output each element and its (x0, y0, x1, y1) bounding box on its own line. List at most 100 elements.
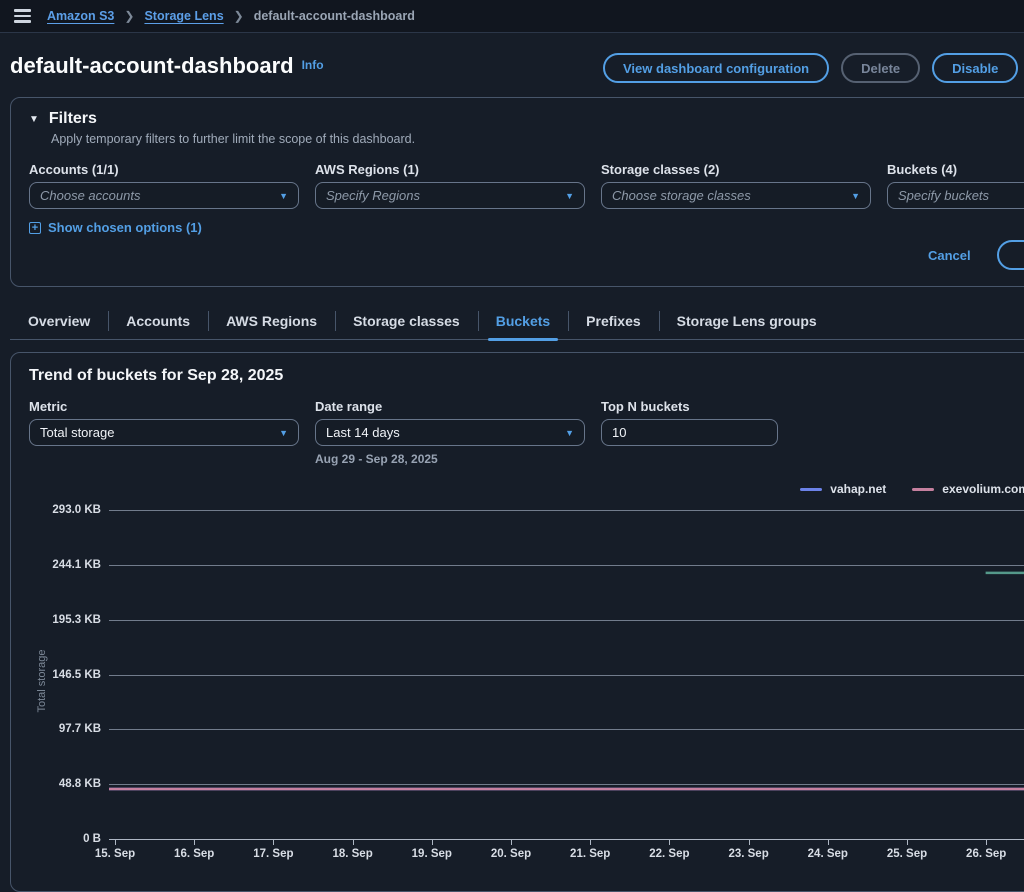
x-tick-label: 17. Sep (253, 848, 293, 860)
y-axis-label: Total storage (36, 636, 48, 726)
info-link[interactable]: Info (302, 58, 324, 72)
y-tick-label: 293.0 KB (23, 504, 101, 516)
hamburger-menu-icon[interactable] (12, 5, 33, 27)
cancel-button[interactable]: Cancel (928, 248, 971, 263)
breadcrumb-current: default-account-dashboard (254, 9, 415, 23)
top-n-input[interactable] (601, 419, 778, 446)
x-tick-mark (432, 840, 433, 845)
legend-item-exevolium[interactable]: exevolium.com (912, 482, 1024, 496)
x-tick-label: 18. Sep (332, 848, 372, 860)
regions-select[interactable]: Specify Regions ▼ (315, 182, 585, 209)
accounts-label: Accounts (1/1) (29, 162, 299, 177)
accounts-placeholder: Choose accounts (40, 188, 140, 203)
tab-storage-lens-groups[interactable]: Storage Lens groups (659, 303, 835, 339)
date-range-helper: Aug 29 - Sep 28, 2025 (315, 452, 585, 466)
chart-legend: vahap.net exevolium.com (29, 482, 1024, 496)
tab-buckets[interactable]: Buckets (478, 303, 568, 339)
x-tick-label: 24. Sep (808, 848, 848, 860)
page-title: default-account-dashboardInfo (10, 53, 324, 79)
trend-panel: Trend of buckets for Sep 28, 2025 Metric… (10, 352, 1024, 892)
expand-plus-icon: + (29, 222, 41, 234)
show-chosen-options-label: Show chosen options (1) (48, 220, 202, 235)
tab-accounts[interactable]: Accounts (108, 303, 208, 339)
date-range-select[interactable]: Last 14 days ▼ (315, 419, 585, 446)
buckets-filter: Buckets (4) Specify buckets (887, 162, 1024, 209)
x-tick-label: 21. Sep (570, 848, 610, 860)
storage-classes-select[interactable]: Choose storage classes ▼ (601, 182, 871, 209)
chart-series (109, 510, 1024, 839)
triangle-down-icon: ▼ (29, 114, 39, 125)
date-range-value: Last 14 days (326, 425, 400, 440)
chevron-down-icon: ▼ (565, 428, 574, 438)
buckets-select[interactable]: Specify buckets (887, 182, 1024, 209)
tab-overview[interactable]: Overview (10, 303, 108, 339)
y-tick-label: 195.3 KB (23, 614, 101, 626)
show-chosen-options-link[interactable]: + Show chosen options (1) (29, 220, 1024, 235)
x-tick-mark (986, 840, 987, 845)
chevron-down-icon: ▼ (279, 191, 288, 201)
x-tick-label: 26. Sep (966, 848, 1006, 860)
filters-panel: ▼ Filters Apply temporary filters to fur… (10, 97, 1024, 287)
legend-label: vahap.net (830, 482, 886, 496)
apply-button[interactable] (997, 240, 1024, 270)
date-range-label: Date range (315, 399, 585, 414)
tab-storage-classes[interactable]: Storage classes (335, 303, 478, 339)
buckets-placeholder: Specify buckets (898, 188, 989, 203)
x-tick-label: 19. Sep (412, 848, 452, 860)
storage-classes-placeholder: Choose storage classes (612, 188, 751, 203)
plot-area[interactable]: 293.0 KB244.1 KB195.3 KB146.5 KB97.7 KB4… (109, 510, 1024, 840)
tab-aws-regions[interactable]: AWS Regions (208, 303, 335, 339)
x-tick-mark (273, 840, 274, 845)
x-tick-mark (907, 840, 908, 845)
filters-description: Apply temporary filters to further limit… (51, 132, 1024, 146)
filters-expander[interactable]: ▼ Filters (29, 110, 1024, 128)
x-tick-mark (511, 840, 512, 845)
y-tick-label: 97.7 KB (23, 723, 101, 735)
x-tick-label: 20. Sep (491, 848, 531, 860)
trend-controls: Metric Total storage ▼ Date range Last 1… (29, 399, 1024, 466)
view-dashboard-configuration-button[interactable]: View dashboard configuration (603, 53, 829, 83)
storage-classes-label: Storage classes (2) (601, 162, 871, 177)
x-tick-mark (828, 840, 829, 845)
y-tick-label: 48.8 KB (23, 778, 101, 790)
x-tick-label: 16. Sep (174, 848, 214, 860)
trend-chart: Total storage 293.0 KB244.1 KB195.3 KB14… (109, 510, 1024, 840)
disable-button[interactable]: Disable (932, 53, 1018, 83)
filter-fields: Accounts (1/1) Choose accounts ▼ AWS Reg… (29, 162, 1024, 209)
y-tick-label: 0 B (23, 833, 101, 845)
x-tick-mark (194, 840, 195, 845)
filters-footer: Cancel (11, 240, 1024, 274)
storage-classes-filter: Storage classes (2) Choose storage class… (601, 162, 871, 209)
page-header: default-account-dashboardInfo View dashb… (0, 45, 1024, 97)
metric-value: Total storage (40, 425, 114, 440)
chevron-down-icon: ▼ (565, 191, 574, 201)
y-tick-label: 244.1 KB (23, 559, 101, 571)
top-navigation-bar: Amazon S3 ❯ Storage Lens ❯ default-accou… (0, 0, 1024, 33)
header-actions: View dashboard configuration Delete Disa… (603, 53, 1024, 83)
chevron-right-icon: ❯ (234, 9, 244, 23)
line-swatch (800, 488, 822, 491)
x-tick-label: 23. Sep (728, 848, 768, 860)
x-tick-label: 15. Sep (95, 848, 135, 860)
x-tick-label: 22. Sep (649, 848, 689, 860)
accounts-select[interactable]: Choose accounts ▼ (29, 182, 299, 209)
delete-button[interactable]: Delete (841, 53, 920, 83)
regions-label: AWS Regions (1) (315, 162, 585, 177)
regions-placeholder: Specify Regions (326, 188, 420, 203)
x-tick-mark (749, 840, 750, 845)
top-n-label: Top N buckets (601, 399, 778, 414)
legend-label: exevolium.com (942, 482, 1024, 496)
x-tick-mark (353, 840, 354, 845)
x-tick-label: 25. Sep (887, 848, 927, 860)
chevron-down-icon: ▼ (279, 428, 288, 438)
breadcrumb-amazon-s3[interactable]: Amazon S3 (47, 9, 114, 23)
breadcrumb-storage-lens[interactable]: Storage Lens (144, 9, 223, 23)
tab-prefixes[interactable]: Prefixes (568, 303, 658, 339)
metric-select[interactable]: Total storage ▼ (29, 419, 299, 446)
x-tick-mark (115, 840, 116, 845)
dashboard-tabs: Overview Accounts AWS Regions Storage cl… (10, 303, 1024, 340)
legend-item-vahap[interactable]: vahap.net (800, 482, 886, 496)
y-tick-label: 146.5 KB (23, 669, 101, 681)
date-range-control: Date range Last 14 days ▼ Aug 29 - Sep 2… (315, 399, 585, 466)
metric-label: Metric (29, 399, 299, 414)
